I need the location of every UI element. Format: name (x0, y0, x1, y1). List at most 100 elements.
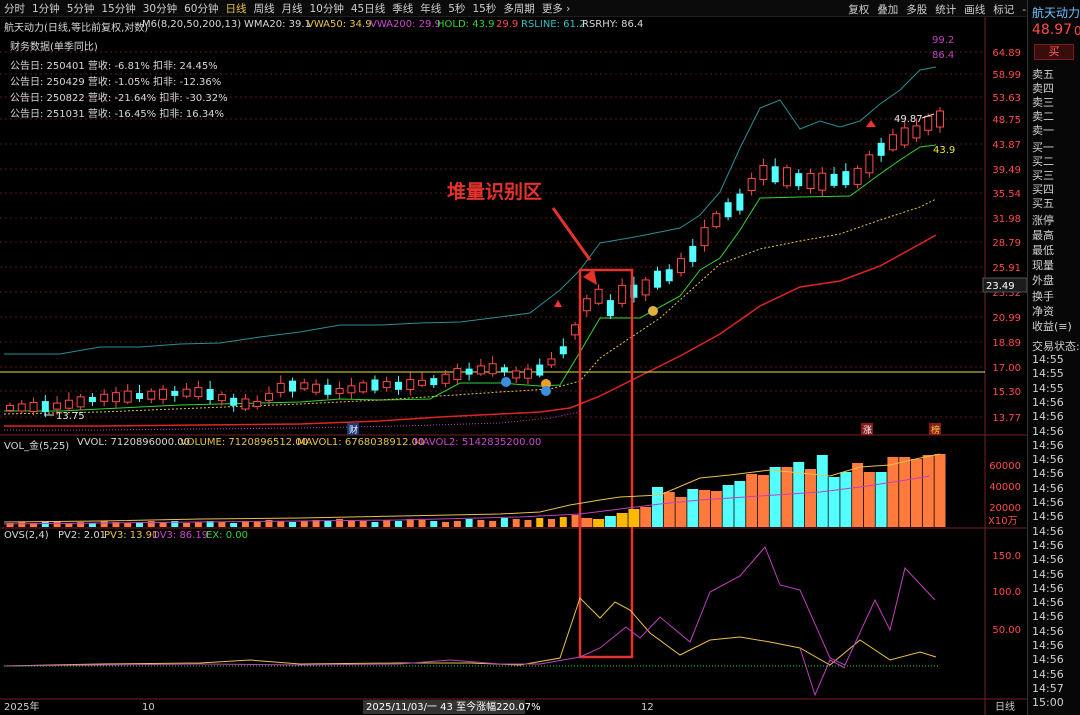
period-tab[interactable]: 更多 › (542, 1, 571, 16)
candle-body (512, 370, 521, 379)
volume-bar (347, 520, 355, 527)
period-tab[interactable]: 15分钟 (101, 1, 135, 16)
volume-bar (571, 515, 579, 527)
period-tab[interactable]: 45日线 (351, 1, 385, 16)
volume-bar (628, 509, 640, 527)
period-tab[interactable]: 分时 (4, 1, 25, 16)
volume-bar (277, 521, 285, 527)
vwa50-value: VWA50: 34.9 (307, 19, 372, 30)
volume-bar (100, 521, 108, 527)
period-tab[interactable]: 15秒 (472, 1, 496, 16)
price-axis-label: 13.77 (992, 413, 1021, 424)
period-tab[interactable]: 多周期 (503, 1, 535, 16)
rsline-top-label: 99.2 (932, 35, 954, 46)
candle-body (347, 385, 356, 394)
period-tabs: 分时 1分钟 5分钟 15分钟 30分钟 60分钟 日线 周线 月线 10分钟 45日线 季线 年线 5秒… (0, 1, 577, 16)
candle-body (241, 398, 250, 410)
period-tab[interactable]: 5秒 (448, 1, 465, 16)
date-axis-year: 2025年 (4, 700, 39, 713)
tick-time: 14:56 (1032, 481, 1064, 495)
candle-body (88, 397, 96, 403)
stat-label: 净资 (1032, 305, 1054, 318)
candle-body (230, 397, 238, 406)
vwa200-value: VWA200: 29.9 (370, 19, 441, 30)
candle-body (653, 270, 661, 288)
volume-bar (253, 522, 261, 527)
period-tab[interactable]: 30分钟 (143, 1, 177, 16)
signal-triangle (554, 300, 562, 307)
menu-item[interactable]: 叠加 (877, 2, 898, 17)
period-tab[interactable]: 年线 (420, 1, 441, 16)
candle-body (571, 324, 580, 336)
menu-item[interactable]: 统计 (935, 2, 956, 17)
volume-bar (769, 467, 781, 527)
volume-bar (218, 522, 226, 527)
volume-bar (663, 492, 675, 527)
volume-bar (394, 521, 402, 527)
stat-label: 收益(≡) (1032, 320, 1072, 333)
candle-body (264, 392, 273, 401)
candle-body (547, 358, 556, 366)
tick-time: 14:56 (1032, 667, 1064, 681)
candle-body (100, 393, 109, 402)
tick-time: 14:56 (1032, 453, 1064, 467)
candle-body (488, 363, 497, 375)
period-tab[interactable]: 60分钟 (184, 1, 218, 16)
candle-body (29, 402, 38, 413)
buy-level-label: 买五 (1032, 197, 1054, 210)
candle-body (500, 367, 508, 373)
ovs-axis-label: 150.0 (992, 551, 1021, 562)
volume-bar (640, 507, 652, 527)
period-tab[interactable]: 月线 (282, 1, 303, 16)
period-toolbar: 分时 1分钟 5分钟 15分钟 30分钟 60分钟 日线 周线 月线 10分钟 45日线 季线 年线 5秒… (0, 0, 1080, 17)
period-tab[interactable]: 1分钟 (32, 1, 60, 16)
candle-body (853, 167, 862, 185)
candle-body (135, 393, 143, 400)
period-tab[interactable]: 季线 (392, 1, 413, 16)
price-axis-label: 31.98 (992, 214, 1021, 225)
candle-body (536, 364, 544, 376)
buy-button[interactable]: 买 (1034, 44, 1074, 60)
candle-body (606, 300, 614, 317)
volume-bar (828, 477, 840, 527)
period-tab[interactable]: 周线 (254, 1, 275, 16)
candle-body (253, 401, 262, 407)
price-axis-label: 15.30 (992, 387, 1021, 398)
volume-bar (922, 455, 934, 527)
candle-body (394, 381, 402, 390)
candle-body (159, 388, 168, 400)
candle-body (312, 383, 321, 393)
annotation-arrow (551, 207, 592, 261)
stock-price: 48.97 (1032, 22, 1073, 38)
annotation-box (578, 268, 634, 659)
ov3-dip-line (799, 647, 846, 697)
candle-body (111, 392, 120, 403)
ov3-line (3, 546, 936, 667)
volume-bar (899, 457, 911, 527)
menu-item[interactable]: 标记 (993, 2, 1014, 17)
period-tab[interactable]: 日线 (226, 1, 247, 16)
candle-body (782, 167, 791, 187)
quote-side-panel: 航天动力 48.97 0. 买 卖五卖四卖三卖二卖一 买一买二买三买四买五 涨停… (1027, 0, 1080, 715)
menu-item[interactable]: 多股 (906, 2, 927, 17)
hold-right-label: 43.9 (933, 145, 955, 156)
price-axis-label: 25.91 (992, 263, 1021, 274)
stock-price-tail: 0. (1074, 24, 1080, 38)
candle-body (182, 388, 191, 397)
high-price-label: 49.87 (894, 114, 923, 125)
period-tab[interactable]: 10分钟 (310, 1, 344, 16)
menu-item[interactable]: 复权 (848, 2, 869, 17)
period-tab[interactable]: 5分钟 (67, 1, 95, 16)
tick-time: 14:55 (1032, 353, 1064, 366)
menu-item[interactable]: 画线 (964, 2, 985, 17)
volume-bar (371, 522, 379, 527)
volume-bar (559, 517, 567, 527)
kline-chart[interactable]: 64.89 58.99 53.63 48.75 43.87 39.49 35.54 31.98… (0, 17, 1028, 715)
stat-label: 最低 (1032, 244, 1054, 257)
candle-body (582, 298, 591, 312)
tick-time: 14:56 (1032, 567, 1064, 581)
volume-bar (289, 522, 297, 527)
tick-time: 14:55 (1032, 367, 1064, 381)
candle-body (759, 165, 768, 181)
chart-area[interactable]: 64.89 58.99 53.63 48.75 43.87 39.49 35.54 31.98… (0, 17, 1028, 715)
